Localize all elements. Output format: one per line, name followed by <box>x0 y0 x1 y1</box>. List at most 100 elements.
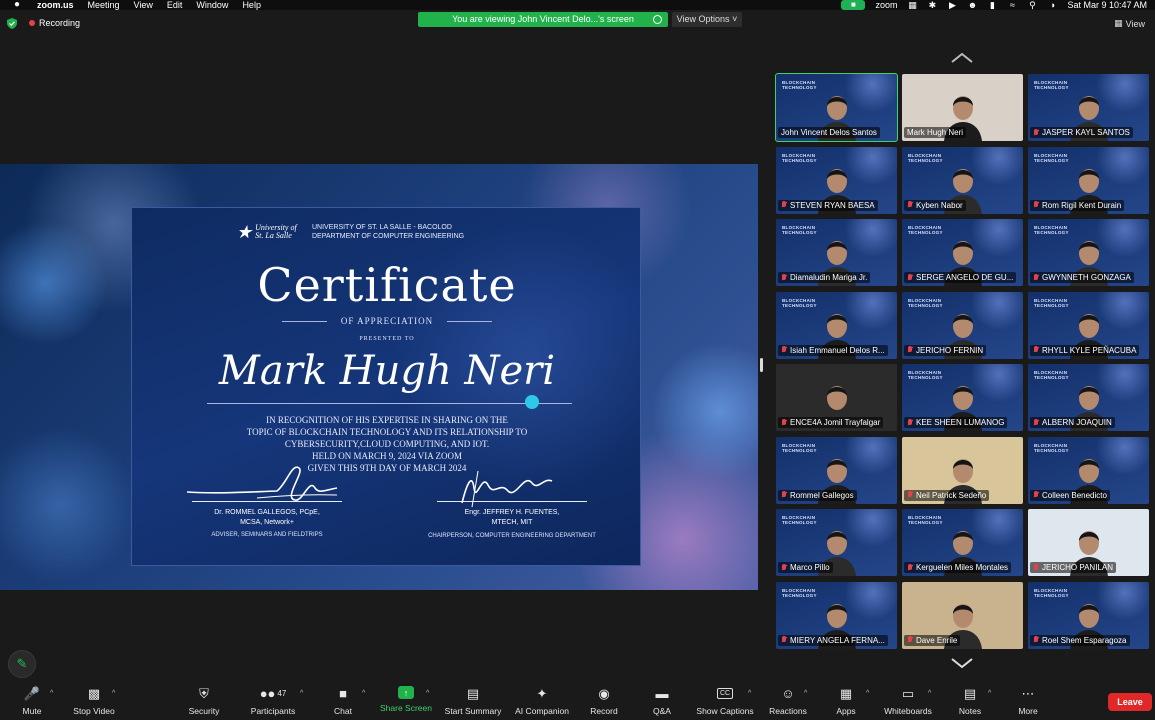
participants-button[interactable]: ●● 47 Participants <box>246 686 300 718</box>
start-summary-button[interactable]: ▤ Start Summary <box>442 686 504 718</box>
participant-tile[interactable]: BLOCKCHAIN TECHNOLOGY GWYNNETH GONZAGA <box>1028 219 1149 286</box>
user-icon[interactable]: ☻ <box>967 0 977 10</box>
leave-button[interactable]: Leave <box>1108 693 1152 711</box>
reactions-options-caret[interactable]: ^ <box>804 690 807 697</box>
whiteboards-options-caret[interactable]: ^ <box>928 690 931 697</box>
participant-name-tag: Isiah Emmanuel Delos R... <box>778 344 888 356</box>
mute-options-caret[interactable]: ^ <box>50 690 53 697</box>
chat-button[interactable]: ■ Chat <box>328 686 358 718</box>
participant-tile[interactable]: BLOCKCHAIN TECHNOLOGY Isiah Emmanuel Delos… <box>776 291 897 359</box>
participant-name-tag: KEE SHEEN LUMANOG <box>904 417 1008 428</box>
participant-tile[interactable]: BLOCKCHAIN TECHNOLOGY STEVEN RYAN BAESA <box>776 146 897 214</box>
apple-icon[interactable]: ● <box>14 0 24 10</box>
menubar-clock[interactable]: Sat Mar 9 10:47 AM <box>1067 0 1147 10</box>
notes-button[interactable]: ▤ Notes <box>956 686 984 718</box>
participant-name: Roel Shem Esparagoza <box>1042 635 1127 645</box>
participant-tile[interactable]: BLOCKCHAIN TECHNOLOGY JERICHO FERNIN <box>902 291 1023 359</box>
participant-name-tag: Roel Shem Esparagoza <box>1030 634 1130 646</box>
participant-tile[interactable]: BLOCKCHAIN TECHNOLOGY Roel Shem Esparagoza <box>1028 581 1149 649</box>
share-options-caret[interactable]: ^ <box>426 690 429 697</box>
grid-icon[interactable]: ▦ <box>907 0 917 10</box>
shared-screen[interactable]: ★ University of St. La Salle UNIVERSITY O… <box>0 164 758 590</box>
participant-tile[interactable]: ENCE4A Jomil Trayfalgar <box>776 364 897 431</box>
menu-window[interactable]: Window <box>196 0 228 10</box>
record-icon: ◉ <box>598 686 610 701</box>
slide-label: BLOCKCHAIN TECHNOLOGY <box>908 370 943 380</box>
participant-name: MIERY ANGELA FERNA... <box>790 635 885 645</box>
participants-options-caret[interactable]: ^ <box>300 690 303 697</box>
captions-options-caret[interactable]: ^ <box>748 690 751 697</box>
spotlight-search-icon[interactable]: ⚲ <box>1027 0 1037 10</box>
mic-muted-icon <box>781 346 787 354</box>
participant-name-tag: Kerguelen Miles Montales <box>904 562 1012 573</box>
participant-tile[interactable]: Dave Enrile <box>902 581 1023 649</box>
show-captions-button[interactable]: CC Show Captions <box>694 686 756 718</box>
wifi-icon[interactable]: ≈ <box>1007 0 1017 10</box>
chat-options-caret[interactable]: ^ <box>362 690 365 697</box>
participant-tile[interactable]: BLOCKCHAIN TECHNOLOGY KEE SHEEN LUMANOG <box>902 364 1023 431</box>
participant-tile[interactable]: BLOCKCHAIN TECHNOLOGY Kyben Nabor <box>902 146 1023 214</box>
participant-tile[interactable]: BLOCKCHAIN TECHNOLOGY Diamaludin Mariga Jr… <box>776 219 897 286</box>
participant-tile[interactable]: BLOCKCHAIN TECHNOLOGY Colleen Benedicto <box>1028 436 1149 504</box>
security-shield-icon[interactable] <box>7 18 17 29</box>
participant-tile[interactable]: BLOCKCHAIN TECHNOLOGY Rommel Gallegos <box>776 436 897 504</box>
participant-tile[interactable]: BLOCKCHAIN TECHNOLOGY RHYLL KYLE PEÑACUBA <box>1028 291 1149 359</box>
participant-name-tag: JASPER KAYL SANTOS <box>1030 127 1133 138</box>
mic-muted-icon <box>1033 491 1039 499</box>
apps-options-caret[interactable]: ^ <box>866 690 869 697</box>
gallery-page-up-icon[interactable] <box>950 52 974 64</box>
participant-tile[interactable]: BLOCKCHAIN TECHNOLOGY John Vincent Delos S… <box>775 73 898 142</box>
notes-options-caret[interactable]: ^ <box>988 690 991 697</box>
recording-indicator[interactable]: Recording <box>29 18 80 28</box>
participant-tile[interactable]: Neil Patrick Sedeño <box>902 436 1023 504</box>
view-options-label: View Options <box>676 14 730 24</box>
menu-view[interactable]: View <box>134 0 153 10</box>
participant-tile[interactable]: JERICHO PANILAN <box>1028 509 1149 576</box>
mic-muted-icon <box>1033 346 1039 354</box>
video-options-caret[interactable]: ^ <box>112 690 115 697</box>
volume-icon[interactable]: ▶ <box>947 0 957 10</box>
mic-muted-icon <box>907 636 913 644</box>
bluetooth-icon[interactable]: ✱ <box>927 0 937 10</box>
annotate-pencil-button[interactable]: ✎ <box>8 650 36 678</box>
participant-tile[interactable]: Mark Hugh Neri <box>902 74 1023 141</box>
security-button[interactable]: ⛨ Security <box>184 686 224 718</box>
sparkle-icon: ✦ <box>536 686 548 701</box>
view-button[interactable]: ▦ View <box>1114 18 1145 29</box>
record-button[interactable]: ◉ Record <box>588 686 620 718</box>
zoom-label[interactable]: zoom <box>875 0 897 10</box>
participant-name: Diamaludin Mariga Jr. <box>790 273 868 282</box>
slide-label: BLOCKCHAIN TECHNOLOGY <box>782 225 817 235</box>
participant-tile[interactable]: BLOCKCHAIN TECHNOLOGY JASPER KAYL SANTOS <box>1028 74 1149 141</box>
participant-name-tag: GWYNNETH GONZAGA <box>1030 272 1134 283</box>
battery-icon[interactable]: ▮ <box>987 0 997 10</box>
view-options-button[interactable]: View Options ˅ <box>672 12 742 27</box>
gallery-page-down-icon[interactable] <box>950 657 974 669</box>
participant-name: Kyben Nabor <box>916 200 963 210</box>
ai-companion-button[interactable]: ✦ AI Companion <box>512 686 572 718</box>
split-resize-handle[interactable] <box>760 358 763 372</box>
qa-button[interactable]: ▬ Q&A <box>648 686 676 718</box>
menu-edit[interactable]: Edit <box>167 0 183 10</box>
participant-name-tag: ENCE4A Jomil Trayfalgar <box>778 417 884 428</box>
participant-tile[interactable]: BLOCKCHAIN TECHNOLOGY Rom Rigil Kent Durai… <box>1028 146 1149 214</box>
mute-button[interactable]: 🎤 Mute <box>14 686 50 718</box>
participant-tile[interactable]: BLOCKCHAIN TECHNOLOGY ALBERN JOAQUIN <box>1028 364 1149 431</box>
participant-tile[interactable]: BLOCKCHAIN TECHNOLOGY MIERY ANGELA FERNA..… <box>776 581 897 649</box>
apps-button[interactable]: ▦ Apps <box>832 686 860 718</box>
app-menu[interactable]: zoom.us <box>37 0 74 10</box>
control-center-icon[interactable]: ◑ <box>1047 0 1057 10</box>
participant-tile[interactable]: BLOCKCHAIN TECHNOLOGY Kerguelen Miles Mont… <box>902 509 1023 576</box>
more-button[interactable]: ⋯ More <box>1014 686 1042 718</box>
mic-muted-icon <box>1033 201 1039 209</box>
name-underline <box>207 403 572 404</box>
slide-label: BLOCKCHAIN TECHNOLOGY <box>908 515 943 525</box>
menu-meeting[interactable]: Meeting <box>88 0 120 10</box>
participant-tile[interactable]: BLOCKCHAIN TECHNOLOGY SERGE ANGELO DE GU..… <box>902 219 1023 286</box>
participant-tile[interactable]: BLOCKCHAIN TECHNOLOGY Marco Pillo <box>776 509 897 576</box>
menu-help[interactable]: Help <box>242 0 261 10</box>
participants-icon: ●● 47 <box>259 686 287 701</box>
recipient-name: Mark Hugh Neri <box>218 348 556 394</box>
macos-menu-bar: ● zoom.us Meeting View Edit Window Help … <box>0 0 1155 10</box>
zoom-status-icon[interactable]: ■ <box>841 0 866 10</box>
